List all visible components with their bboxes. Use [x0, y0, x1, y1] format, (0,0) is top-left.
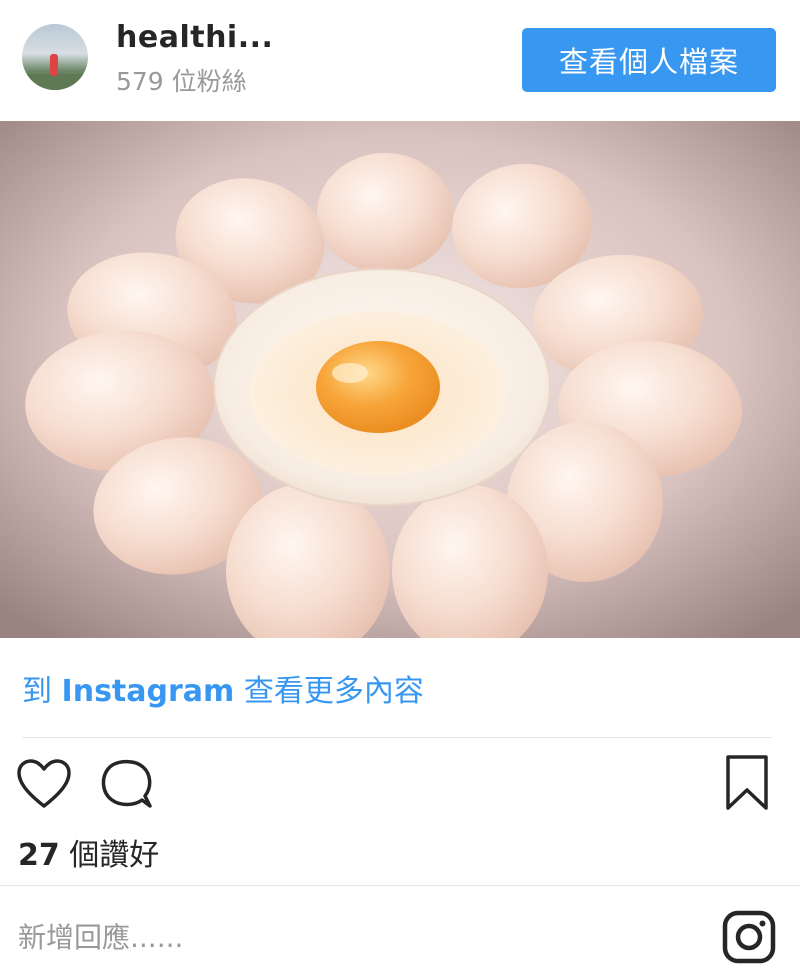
bookmark-icon[interactable]: [724, 754, 770, 816]
eggs-image: [0, 121, 800, 638]
link-suffix: 查看更多內容: [243, 674, 424, 709]
heart-icon[interactable]: [16, 758, 72, 814]
bowl-with-yolk: [213, 268, 551, 506]
view-profile-button[interactable]: 查看個人檔案: [522, 28, 776, 92]
avatar-figure: [50, 54, 58, 76]
post-photo[interactable]: [0, 121, 800, 638]
divider: [0, 885, 800, 886]
like-label: 個讚好: [69, 838, 160, 873]
instagram-icon[interactable]: [722, 910, 776, 968]
link-prefix: 到: [22, 674, 52, 709]
link-brand: Instagram: [61, 674, 235, 709]
follower-count: 579 位粉絲: [116, 67, 247, 96]
comment-icon[interactable]: [98, 758, 154, 814]
like-number: 27: [18, 838, 60, 873]
post-header: healthi... 579 位粉絲 查看個人檔案: [0, 0, 800, 118]
view-more-on-instagram-link[interactable]: 到 Instagram 查看更多內容: [22, 666, 424, 710]
avatar[interactable]: [22, 24, 88, 90]
avatar-ground: [22, 74, 88, 90]
divider: [22, 737, 772, 738]
username[interactable]: healthi...: [116, 20, 273, 55]
add-comment-input[interactable]: [16, 912, 700, 962]
like-count: 27 個讚好: [18, 830, 159, 874]
